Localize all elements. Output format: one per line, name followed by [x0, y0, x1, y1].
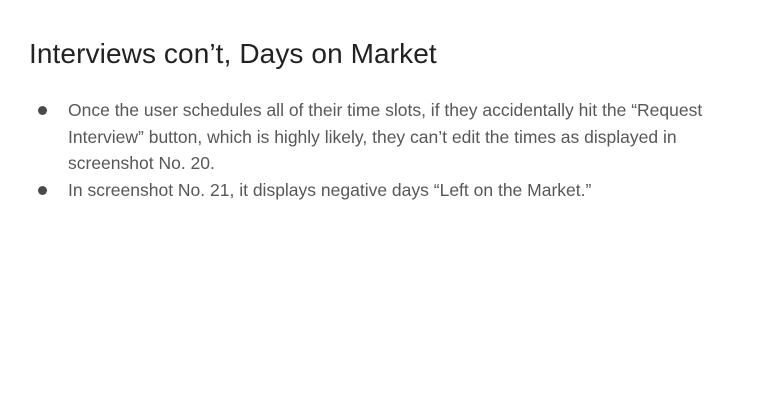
bullet-item-negative-days: In screenshot No. 21, it displays negati… [0, 177, 773, 204]
slide: Interviews con’t, Days on Market Once th… [0, 0, 773, 418]
bullet-dot-icon [38, 185, 47, 195]
bullet-item-edit-times: Once the user schedules all of their tim… [0, 97, 773, 177]
bullet-text: Once the user schedules all of their tim… [68, 100, 703, 173]
bullet-dot-icon [38, 106, 47, 115]
bullet-list: Once the user schedules all of their tim… [0, 97, 773, 203]
bullet-text: In screenshot No. 21, it displays negati… [68, 179, 592, 200]
slide-title: Interviews con’t, Days on Market [29, 38, 437, 69]
